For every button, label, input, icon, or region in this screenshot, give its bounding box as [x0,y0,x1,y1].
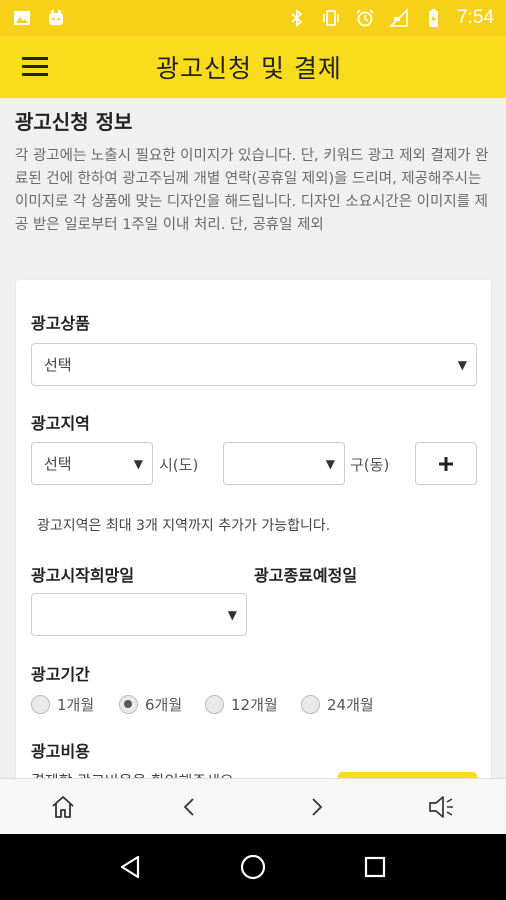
app-bar: 광고신청 및 결제 [0,36,506,98]
add-region-button[interactable] [415,442,477,485]
start-date-select[interactable]: ▼ [31,593,247,636]
period-option-6-months[interactable]: 6개월 [119,694,182,715]
menu-button[interactable] [0,36,70,98]
info-description: 각 광고에는 노출시 필요한 이미지가 있습니다. 단, 키워드 광고 제외 결… [15,148,489,233]
no-signal-icon [389,8,408,27]
dropdown-arrow-icon: ▼ [325,457,335,471]
battery-charging-icon [429,9,439,27]
home-circle-icon [240,854,266,880]
status-bar: 7:54 [0,0,506,36]
home-icon [52,795,74,818]
product-select-value: 선택 [44,356,72,374]
status-right-icons: 7:54 [287,7,494,29]
status-left-icons [12,8,66,28]
period-option-label: 1개월 [57,696,95,714]
system-nav-bar [0,834,506,900]
hamburger-menu-icon [22,57,48,77]
image-icon [14,11,30,25]
forward-button[interactable] [286,779,346,835]
home-button[interactable] [33,779,93,835]
dropdown-arrow-icon: ▼ [457,358,467,372]
back-button[interactable] [160,779,220,835]
plus-icon [439,456,453,471]
page-title: 광고신청 및 결제 [156,54,342,83]
back-triangle-icon [120,855,140,879]
radio-button[interactable] [31,695,50,714]
period-option-24-months[interactable]: 24개월 [301,694,374,715]
system-home-button[interactable] [223,837,283,897]
cost-label: 광고비용 [31,742,90,761]
district-select[interactable]: ▼ [223,442,345,485]
period-option-1-month[interactable]: 1개월 [31,694,94,715]
main-content[interactable]: 광고신청 정보 각 광고에는 노출시 필요한 이미지가 있습니다. 단, 키워드… [0,98,506,778]
period-option-label: 6개월 [145,696,183,714]
city-select[interactable]: 선택 ▼ [31,442,153,485]
district-unit-label: 구(동) [350,456,390,474]
bottom-nav [0,778,506,834]
status-time: 7:54 [457,7,494,28]
period-option-12-months[interactable]: 12개월 [205,694,278,715]
application-form-card: 광고상품 선택 ▼ 광고지역 선택 ▼ 시(도) ▼ 구(동) 광고지역은 최대… [16,280,491,778]
forward-arrow-icon [312,797,323,816]
speaker-icon [428,795,453,818]
back-arrow-icon [183,797,194,816]
system-recents-button[interactable] [345,837,405,897]
radio-button[interactable] [205,695,224,714]
system-back-button[interactable] [101,837,161,897]
start-date-label: 광고시작희망일 [31,566,135,585]
region-label: 광고지역 [31,414,90,433]
period-option-label: 12개월 [231,696,278,714]
period-label: 광고기간 [31,665,90,684]
product-label: 광고상품 [31,314,90,333]
radio-button-checked[interactable] [119,695,138,714]
dropdown-arrow-icon: ▼ [227,608,237,622]
speaker-button[interactable] [413,779,473,835]
vibrate-icon [323,10,339,26]
alarm-icon [356,9,374,27]
city-unit-label: 시(도) [159,456,199,474]
city-select-value: 선택 [44,455,72,473]
radio-button[interactable] [301,695,320,714]
bluetooth-icon [291,9,303,27]
period-option-label: 24개월 [327,696,374,714]
product-select[interactable]: 선택 ▼ [31,343,477,386]
notification-app-icon [49,10,63,25]
region-note: 광고지역은 최대 3개 지역까지 추가가 가능합니다. [37,518,331,534]
recents-square-icon [364,856,386,878]
cost-description: 결제할 광고비용을 확인해주세요 [31,770,234,778]
section-title: 광고신청 정보 [15,110,133,134]
end-date-label: 광고종료예정일 [254,566,358,585]
dropdown-arrow-icon: ▼ [133,457,143,471]
